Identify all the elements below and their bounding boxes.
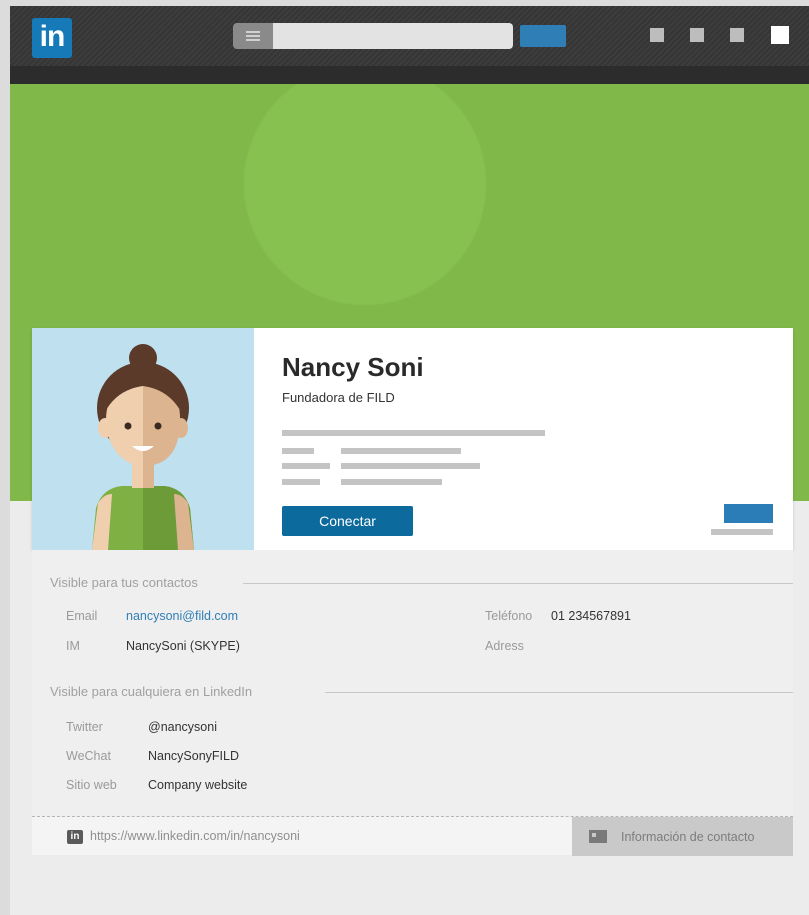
top-navigation-bar: in: [10, 6, 809, 66]
placeholder-line: [282, 479, 320, 485]
placeholder-line: [341, 479, 442, 485]
nav-item-icon[interactable]: [730, 28, 744, 42]
phone-label: Teléfono: [485, 609, 533, 623]
im-value: NancySoni (SKYPE): [126, 639, 240, 653]
search-menu-button[interactable]: [233, 23, 273, 49]
contact-card-icon: [589, 830, 607, 843]
visible-contacts-heading: Visible para tus contactos: [50, 575, 198, 590]
more-actions-button[interactable]: [724, 504, 773, 523]
search-button[interactable]: [520, 25, 566, 47]
im-label: IM: [66, 639, 80, 653]
profile-headline: Fundadora de FILD: [282, 390, 395, 405]
profile-name: Nancy Soni: [282, 352, 424, 382]
placeholder-line: [341, 463, 480, 469]
secondary-nav-strip: [10, 66, 809, 84]
placeholder-line: [341, 448, 461, 454]
nav-item-icon[interactable]: [650, 28, 664, 42]
section-divider: [243, 583, 793, 584]
public-visibility-heading: Visible para cualquiera en LinkedIn: [50, 684, 253, 699]
app-window: in Nancy Soni Fundadora de FILD Conectar…: [10, 6, 809, 915]
connect-button[interactable]: Conectar: [282, 506, 413, 536]
nav-item-icon[interactable]: [690, 28, 704, 42]
placeholder-line: [282, 430, 545, 436]
phone-value: 01 234567891: [551, 609, 631, 623]
profile-url-link[interactable]: https://www.linkedin.com/in/nancysoni: [90, 829, 300, 843]
linkedin-logo[interactable]: in: [32, 18, 72, 58]
twitter-label: Twitter: [66, 720, 103, 734]
avatar-illustration: [92, 344, 194, 550]
contact-info-label: Información de contacto: [621, 830, 755, 844]
address-label: Adress: [485, 639, 524, 653]
menu-icon: [246, 31, 260, 41]
linkedin-icon: in: [67, 830, 83, 844]
placeholder-line: [282, 448, 314, 454]
profile-card: Nancy Soni Fundadora de FILD Conectar: [32, 328, 793, 550]
contact-info-panel: Visible para tus contactos Email nancyso…: [32, 550, 793, 856]
email-label: Email: [66, 609, 98, 623]
email-link[interactable]: nancysoni@fild.com: [126, 609, 238, 623]
placeholder-line: [711, 529, 773, 535]
profile-url-footer: in https://www.linkedin.com/in/nancysoni…: [32, 816, 793, 856]
wechat-value: NancySonyFILD: [148, 749, 240, 763]
contact-info-button[interactable]: Información de contacto: [572, 817, 793, 856]
profile-menu-icon[interactable]: [771, 26, 789, 44]
website-link[interactable]: Company website: [148, 778, 247, 792]
avatar[interactable]: [32, 328, 254, 550]
wechat-label: WeChat: [66, 749, 111, 763]
website-label: Sitio web: [66, 778, 117, 792]
section-divider: [325, 692, 793, 693]
placeholder-line: [282, 463, 330, 469]
twitter-value[interactable]: @nancysoni: [148, 720, 217, 734]
search-input[interactable]: [273, 23, 513, 49]
